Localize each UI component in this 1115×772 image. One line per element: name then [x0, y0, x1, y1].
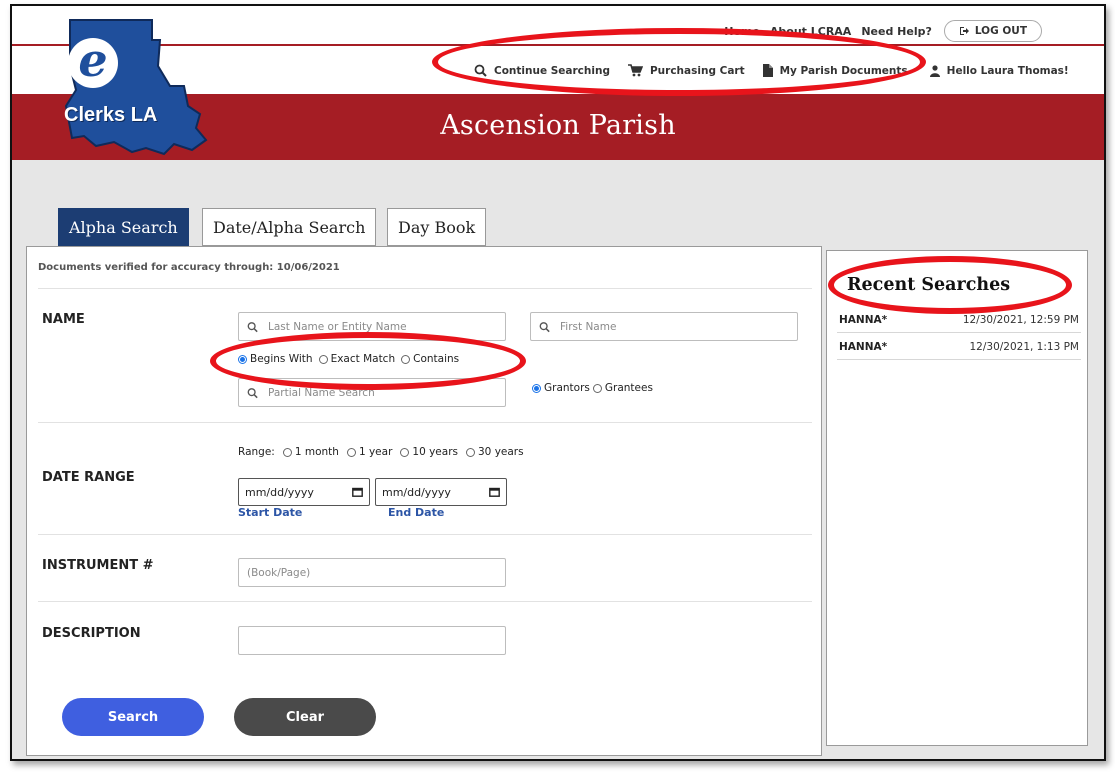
tab-alpha-search[interactable]: Alpha Search: [58, 208, 189, 246]
search-icon: [247, 321, 258, 332]
recent-searches-title: Recent Searches: [847, 275, 1011, 295]
app-window: e Clerks LA Home About LCRAA Need Help? …: [10, 4, 1106, 761]
grantors-label: Grantors: [544, 382, 590, 394]
home-link[interactable]: Home: [724, 25, 760, 38]
first-name-input[interactable]: [560, 320, 797, 333]
logout-label: LOG OUT: [974, 25, 1027, 37]
parish-documents-link[interactable]: My Parish Documents: [762, 64, 908, 77]
last-name-field[interactable]: [238, 312, 506, 341]
range-30-years-label: 30 years: [478, 446, 524, 458]
search-icon: [247, 387, 258, 398]
recent-search-time: 12/30/2021, 1:13 PM: [969, 340, 1079, 353]
grantees-label: Grantees: [604, 382, 653, 394]
range-preset-group: Range: 1 month 1 year 10 years 30 years: [238, 446, 524, 458]
purchasing-cart-label: Purchasing Cart: [649, 64, 745, 77]
purchasing-cart-link[interactable]: Purchasing Cart: [627, 64, 745, 77]
range-prefix: Range:: [238, 446, 275, 458]
tab-alpha-search-label: Alpha Search: [69, 217, 178, 237]
instrument-section-label: INSTRUMENT #: [42, 558, 154, 573]
continue-searching-label: Continue Searching: [494, 64, 610, 77]
contains-radio[interactable]: Contains: [401, 353, 459, 365]
search-button[interactable]: Search: [62, 698, 204, 736]
tab-date-alpha-search-label: Date/Alpha Search: [213, 217, 366, 237]
begins-with-radio[interactable]: Begins With: [238, 353, 313, 365]
description-field[interactable]: [238, 626, 506, 655]
range-1-year-radio[interactable]: 1 year: [346, 446, 393, 458]
search-icon: [539, 321, 550, 332]
partial-name-input[interactable]: [268, 386, 505, 399]
page-title: Ascension Parish: [440, 110, 676, 141]
user-greeting[interactable]: Hello Laura Thomas!: [929, 64, 1069, 77]
main-nav: Continue Searching Purchasing Cart My Pa…: [474, 64, 1069, 77]
calendar-icon[interactable]: [489, 487, 500, 497]
recent-search-time: 12/30/2021, 12:59 PM: [962, 313, 1079, 326]
begins-with-label: Begins With: [250, 353, 313, 365]
tab-day-book-label: Day Book: [398, 217, 476, 237]
partial-name-field[interactable]: [238, 378, 506, 407]
continue-searching-link[interactable]: Continue Searching: [474, 64, 610, 77]
utility-nav: Home About LCRAA Need Help? LOG OUT: [724, 20, 1042, 42]
grantors-radio[interactable]: Grantors: [532, 382, 590, 394]
grantees-radio[interactable]: Grantees: [592, 382, 653, 394]
end-date-input[interactable]: mm/dd/yyyy: [375, 478, 507, 506]
description-section-label: DESCRIPTION: [42, 626, 141, 641]
logout-icon: [959, 27, 969, 35]
party-type-group: Grantors Grantees: [532, 382, 653, 394]
recent-searches-panel: Recent Searches HANNA* 12/30/2021, 12:59…: [826, 250, 1088, 746]
verified-date-note: Documents verified for accuracy through:…: [38, 262, 340, 273]
tab-day-book[interactable]: Day Book: [387, 208, 487, 246]
clear-button[interactable]: Clear: [234, 698, 376, 736]
parish-documents-label: My Parish Documents: [779, 64, 908, 77]
cart-icon: [627, 64, 643, 77]
logout-button[interactable]: LOG OUT: [943, 20, 1042, 42]
range-10-years-label: 10 years: [412, 446, 458, 458]
recent-search-term: HANNA*: [839, 340, 888, 353]
date-range-section-label: DATE RANGE: [42, 470, 135, 485]
range-1-month-label: 1 month: [294, 446, 339, 458]
range-10-years-radio[interactable]: 10 years: [400, 446, 458, 458]
instrument-field[interactable]: [238, 558, 506, 587]
document-icon: [762, 64, 773, 77]
logo-letter: e: [68, 37, 118, 88]
range-30-years-radio[interactable]: 30 years: [466, 446, 524, 458]
exact-match-label: Exact Match: [330, 353, 396, 365]
recent-search-item[interactable]: HANNA* 12/30/2021, 1:13 PM: [837, 334, 1081, 360]
exact-match-radio[interactable]: Exact Match: [318, 353, 396, 365]
range-1-month-radio[interactable]: 1 month: [282, 446, 339, 458]
help-link[interactable]: Need Help?: [861, 25, 932, 38]
match-type-group: Begins With Exact Match Contains: [238, 353, 459, 365]
calendar-icon[interactable]: [352, 487, 363, 497]
start-date-label: Start Date: [238, 506, 303, 519]
site-header: e Clerks LA Home About LCRAA Need Help? …: [12, 6, 1104, 160]
name-section-label: NAME: [42, 312, 85, 327]
end-date-label: End Date: [388, 506, 445, 519]
search-icon: [474, 64, 487, 77]
range-1-year-label: 1 year: [358, 446, 393, 458]
start-date-placeholder: mm/dd/yyyy: [245, 485, 314, 499]
greeting-label: Hello Laura Thomas!: [946, 64, 1069, 77]
start-date-input[interactable]: mm/dd/yyyy: [238, 478, 370, 506]
end-date-placeholder: mm/dd/yyyy: [382, 485, 451, 499]
recent-search-item[interactable]: HANNA* 12/30/2021, 12:59 PM: [837, 307, 1081, 333]
tab-date-alpha-search[interactable]: Date/Alpha Search: [202, 208, 377, 246]
recent-search-term: HANNA*: [839, 313, 888, 326]
first-name-field[interactable]: [530, 312, 798, 341]
user-icon: [929, 64, 940, 77]
description-input[interactable]: [247, 634, 505, 647]
contains-label: Contains: [413, 353, 460, 365]
instrument-input[interactable]: [247, 566, 505, 579]
last-name-input[interactable]: [268, 320, 505, 333]
about-link[interactable]: About LCRAA: [770, 25, 851, 38]
